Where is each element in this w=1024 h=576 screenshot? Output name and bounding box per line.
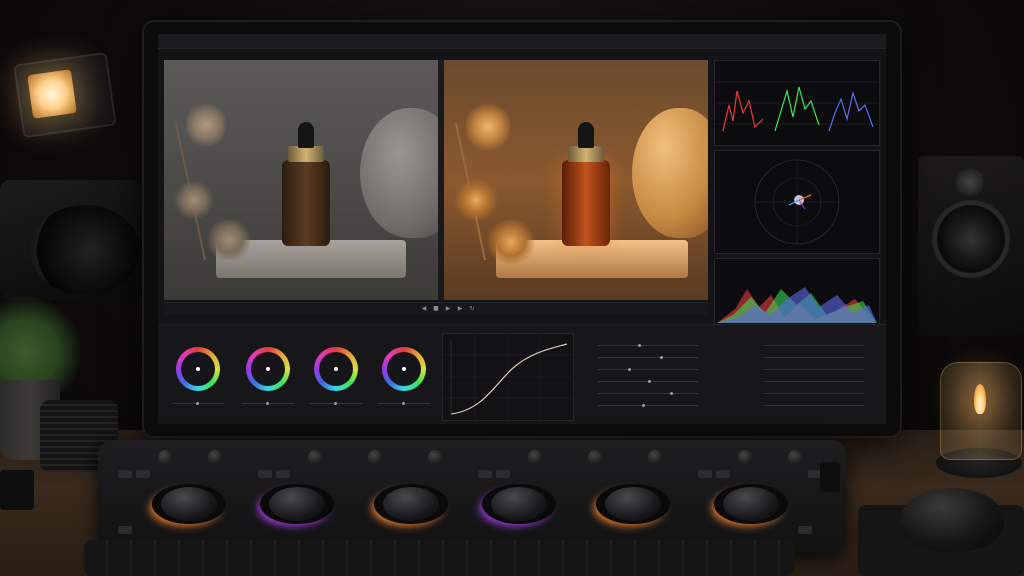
trackball[interactable] [723, 487, 779, 521]
rewind-icon[interactable]: ◀ [420, 305, 428, 313]
stop-icon[interactable]: ■ [432, 305, 440, 313]
color-wheel-offset[interactable] [382, 347, 426, 391]
param-slider[interactable] [764, 381, 864, 382]
rgb-parade [715, 81, 879, 132]
bottle-collar [288, 146, 324, 162]
param-slider[interactable] [598, 368, 698, 371]
curves-panel[interactable] [442, 333, 574, 421]
speaker-woofer [932, 200, 1010, 278]
control-key[interactable] [118, 526, 132, 534]
stone [360, 108, 438, 238]
dried-flower [466, 100, 510, 154]
control-knob[interactable] [588, 450, 602, 464]
param-slider[interactable] [764, 393, 864, 394]
param-slider[interactable] [598, 392, 698, 395]
control-knob[interactable] [158, 450, 172, 464]
control-knob[interactable] [308, 450, 322, 464]
dried-flower [174, 180, 214, 220]
param-slider[interactable] [764, 357, 864, 358]
bottle-dropper [578, 122, 594, 148]
curve-graph[interactable] [443, 334, 573, 420]
keyboard[interactable] [84, 540, 794, 576]
usb-dongle [820, 462, 840, 492]
color-wheel-gamma[interactable] [246, 347, 290, 391]
control-key[interactable] [798, 526, 812, 534]
serum-bottle [282, 160, 330, 246]
wheel-puck[interactable] [196, 367, 200, 371]
dried-flower [204, 220, 254, 260]
waveform-scope [714, 60, 880, 146]
control-key[interactable] [118, 470, 132, 478]
wheel-slider[interactable] [242, 402, 294, 405]
title-bar [158, 34, 886, 49]
speaker-tweeter [956, 168, 984, 196]
dried-flower [454, 178, 498, 222]
trackball[interactable] [605, 487, 661, 521]
serum-bottle [562, 160, 610, 246]
viewer-after[interactable] [444, 60, 708, 300]
param-slider[interactable] [764, 369, 864, 370]
wheel-slider[interactable] [310, 402, 362, 405]
param-slider[interactable] [598, 404, 698, 407]
color-grading-app: ◀ ■ ▶ ▶ ↻ [158, 34, 886, 424]
bottle-collar [568, 146, 604, 162]
trackball[interactable] [491, 487, 547, 521]
control-key[interactable] [478, 470, 492, 478]
histogram-scope [714, 258, 880, 326]
wheel-puck[interactable] [266, 367, 270, 371]
plant-leaves [0, 292, 80, 392]
trackball[interactable] [161, 487, 217, 521]
control-key[interactable] [276, 470, 290, 478]
control-knob[interactable] [428, 450, 442, 464]
param-slider[interactable] [598, 344, 698, 347]
play-icon[interactable]: ▶ [444, 305, 452, 313]
control-key[interactable] [698, 470, 712, 478]
control-key[interactable] [136, 470, 150, 478]
grading-panel [158, 324, 886, 424]
control-knob[interactable] [208, 450, 222, 464]
parameter-list-2 [724, 333, 880, 419]
vectorscope [714, 150, 880, 254]
camera-lens [30, 205, 140, 295]
control-key[interactable] [258, 470, 272, 478]
param-slider[interactable] [598, 356, 698, 359]
wheel-puck[interactable] [402, 367, 406, 371]
param-slider[interactable] [764, 405, 864, 406]
bottle-dropper [298, 122, 314, 148]
control-key[interactable] [716, 470, 730, 478]
forward-icon[interactable]: ▶ [456, 305, 464, 313]
control-key[interactable] [496, 470, 510, 478]
viewer-before[interactable] [164, 60, 438, 300]
param-slider[interactable] [764, 345, 864, 346]
stone [632, 108, 708, 238]
color-wheel-gain[interactable] [314, 347, 358, 391]
color-grading-control-surface [98, 440, 846, 552]
transport-bar: ◀ ■ ▶ ▶ ↻ [164, 302, 708, 315]
param-slider[interactable] [598, 380, 698, 383]
histogram [717, 287, 877, 323]
vectorscope-graph [754, 159, 840, 245]
control-knob[interactable] [648, 450, 662, 464]
control-knob[interactable] [368, 450, 382, 464]
small-device [0, 470, 34, 510]
candle-flame [974, 384, 986, 414]
wheel-slider[interactable] [378, 402, 430, 405]
wheel-slider[interactable] [172, 402, 224, 405]
color-wheel-lift[interactable] [176, 347, 220, 391]
parameter-list-1 [578, 333, 718, 419]
control-knob[interactable] [788, 450, 802, 464]
control-knob[interactable] [738, 450, 752, 464]
dried-flower [484, 220, 538, 264]
trackball[interactable] [383, 487, 439, 521]
studio-light-glow [27, 69, 77, 119]
trackball[interactable] [269, 487, 325, 521]
control-knob[interactable] [528, 450, 542, 464]
mouse[interactable] [900, 488, 1004, 552]
wheel-puck[interactable] [334, 367, 338, 371]
dried-flower [186, 100, 226, 150]
loop-icon[interactable]: ↻ [468, 305, 476, 313]
